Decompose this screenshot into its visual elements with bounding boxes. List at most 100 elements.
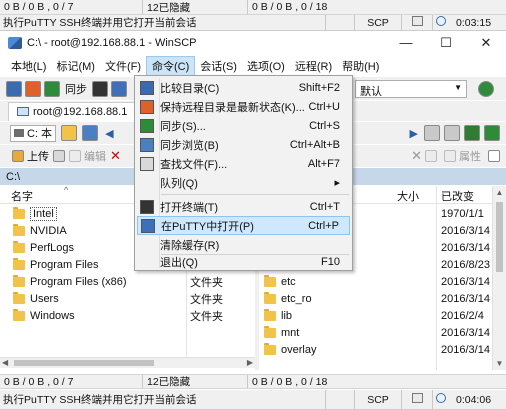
- local-drive-select[interactable]: C: 本: [10, 124, 57, 142]
- local-col-name[interactable]: 名字: [11, 188, 33, 204]
- remote-vertical-scrollbar[interactable]: ▲ ▼: [492, 186, 506, 370]
- menu-item-shortcut: F10: [321, 255, 340, 268]
- terminal-icon[interactable]: [92, 80, 108, 97]
- scroll-thumb[interactable]: [496, 202, 503, 272]
- file-row[interactable]: lib: [264, 307, 292, 324]
- menu-options[interactable]: 选项(O): [242, 57, 290, 75]
- folder-icon: [13, 291, 25, 304]
- status-message: 执行PuTTY SSH终端并用它打开当前会话: [3, 394, 197, 406]
- forward-arrow-icon[interactable]: ▶: [408, 127, 420, 140]
- rename-icon[interactable]: [425, 150, 437, 162]
- filter-icon[interactable]: [82, 125, 99, 141]
- properties-button[interactable]: 属性: [440, 148, 485, 164]
- file-name: Program Files: [30, 258, 99, 271]
- transfer-settings-select[interactable]: 默认 ▼: [355, 80, 467, 98]
- close-button[interactable]: ✕: [466, 35, 506, 51]
- scroll-right-icon[interactable]: ▶: [247, 358, 253, 367]
- file-row[interactable]: etc: [264, 273, 296, 290]
- file-row[interactable]: etc_ro: [264, 290, 312, 307]
- menu-local[interactable]: 本地(L): [6, 57, 51, 75]
- minimize-button[interactable]: —: [386, 35, 426, 51]
- hidden-count: 12已隐藏: [147, 376, 191, 388]
- maximize-button[interactable]: ☐: [426, 35, 466, 51]
- file-row[interactable]: Intel: [13, 205, 57, 222]
- open-folder-icon[interactable]: [61, 125, 78, 141]
- delete-icon[interactable]: ✕: [110, 148, 121, 164]
- file-row[interactable]: Program Files: [13, 256, 98, 273]
- menu-item-queue[interactable]: 队列(Q) ▸: [137, 173, 350, 192]
- menu-item-quit[interactable]: 退出(Q) F10: [137, 252, 350, 271]
- session-time: 0:04:06: [456, 393, 492, 406]
- folder-icon: [264, 274, 276, 287]
- menu-item-synchronize[interactable]: 同步(S)... Ctrl+S: [137, 116, 350, 135]
- parent-dir-icon[interactable]: [424, 125, 440, 141]
- file-row[interactable]: PerfLogs: [13, 239, 74, 256]
- file-row[interactable]: mnt: [264, 324, 299, 341]
- file-date: 2016/3/14: [441, 343, 490, 356]
- top-message-bar: 执行PuTTY SSH终端并用它打开当前会话 SCP 0:03:15: [0, 15, 506, 31]
- menu-item-find-files[interactable]: 查找文件(F)... Alt+F7: [137, 154, 350, 173]
- menu-item-label: 同步(S)...: [160, 120, 206, 133]
- scroll-down-icon[interactable]: ▼: [493, 359, 506, 368]
- menu-item-compare-directories[interactable]: 比较目录(C) Shift+F2: [137, 78, 350, 97]
- remote-col-size[interactable]: 大小: [397, 188, 419, 204]
- file-row[interactable]: Windows: [13, 307, 75, 324]
- sync-browse-icon: [140, 137, 154, 152]
- menu-help[interactable]: 帮助(H): [337, 57, 384, 75]
- edit-label: 编辑: [84, 151, 106, 163]
- file-name: Program Files (x86): [30, 275, 127, 288]
- menu-item-shortcut: Ctrl+P: [308, 219, 339, 232]
- upload-button[interactable]: 上传: [8, 148, 53, 164]
- keep-up-to-date-icon[interactable]: [25, 80, 41, 97]
- scroll-thumb[interactable]: [14, 360, 154, 366]
- scroll-left-icon[interactable]: ◀: [2, 358, 8, 367]
- edit-button[interactable]: 编辑: [65, 148, 110, 164]
- file-name: mnt: [281, 326, 300, 339]
- transfer-options-icon[interactable]: [53, 150, 65, 162]
- file-row[interactable]: Program Files (x86): [13, 273, 127, 290]
- edit-icon: [69, 150, 81, 162]
- menu-item-keep-up-to-date[interactable]: 保持远程目录是最新状态(K)... Ctrl+U: [137, 97, 350, 116]
- sync-icon[interactable]: [44, 80, 60, 97]
- clock-icon: [433, 16, 453, 29]
- menu-item-shortcut: Shift+F2: [298, 81, 340, 94]
- compare-icon[interactable]: [6, 80, 22, 97]
- menu-item-synchronized-browsing[interactable]: 同步浏览(B) Ctrl+Alt+B: [137, 135, 350, 154]
- back-arrow-icon[interactable]: ◀: [103, 127, 115, 140]
- keep-up-to-date-icon: [140, 99, 154, 114]
- remote-col-modified[interactable]: 已改变: [441, 188, 474, 204]
- sync-button-label[interactable]: 同步: [63, 81, 89, 97]
- menu-mark[interactable]: 标记(M): [51, 57, 100, 75]
- menu-remote[interactable]: 远程(R): [290, 57, 337, 75]
- menu-session[interactable]: 会话(S): [195, 57, 242, 75]
- menu-item-open-terminal[interactable]: 打开终端(T) Ctrl+T: [137, 197, 350, 216]
- right-transfer-status: 0 B / 0 B , 0 / 18: [252, 375, 328, 388]
- menu-item-open-in-putty[interactable]: 在PuTTY中打开(P) Ctrl+P: [137, 216, 350, 235]
- file-date: 2016/3/14: [441, 326, 490, 339]
- folder-icon: [13, 308, 25, 321]
- protocol-label: SCP: [367, 16, 389, 29]
- globe-icon[interactable]: [478, 81, 494, 97]
- file-row[interactable]: Users: [13, 290, 59, 307]
- refresh-icon[interactable]: [484, 125, 500, 141]
- menu-item-label: 查找文件(F)...: [160, 158, 228, 171]
- putty-icon[interactable]: [111, 80, 127, 97]
- remote-delete-icon[interactable]: ✕: [411, 148, 422, 164]
- file-row[interactable]: overlay: [264, 341, 316, 358]
- new-item-icon[interactable]: [488, 150, 500, 162]
- menu-item-label: 同步浏览(B): [160, 139, 219, 152]
- sort-indicator-icon: ^: [64, 185, 69, 195]
- home-icon[interactable]: [464, 125, 480, 141]
- file-name: lib: [281, 309, 293, 322]
- local-horizontal-scrollbar[interactable]: ◀ ▶: [0, 357, 255, 368]
- file-row[interactable]: NVIDIA: [13, 222, 67, 239]
- putty-icon: [141, 218, 155, 233]
- root-dir-icon[interactable]: [444, 125, 460, 141]
- drive-icon: [14, 129, 24, 137]
- session-tab[interactable]: root@192.168.88.1: [8, 101, 137, 121]
- menu-file[interactable]: 文件(F): [100, 57, 146, 75]
- menu-commands[interactable]: 命令(C): [146, 56, 196, 76]
- scroll-up-icon[interactable]: ▲: [493, 188, 506, 197]
- top-status-bar: 0 B / 0 B , 0 / 7 12已隐藏 0 B / 0 B , 0 / …: [0, 0, 506, 15]
- menu-item-label: 退出(Q): [160, 256, 198, 269]
